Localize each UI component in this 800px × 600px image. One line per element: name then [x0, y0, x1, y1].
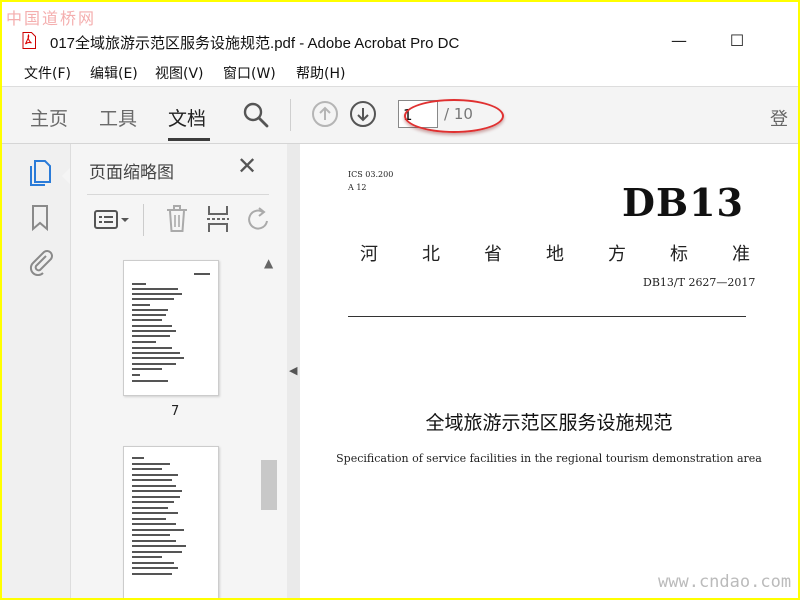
tab-document[interactable]: 文档	[168, 104, 206, 131]
panel-title: 页面缩略图	[89, 163, 174, 183]
panel-toolbar-separator	[143, 204, 144, 236]
panel-pointer	[62, 168, 70, 184]
heading-char: 方	[608, 244, 626, 265]
sign-in-label[interactable]: 登	[770, 105, 788, 131]
heading-char: 准	[732, 244, 750, 265]
watermark-top: 中国道桥网	[6, 9, 97, 28]
menu-view[interactable]: 视图(V)	[155, 63, 204, 83]
document-viewer[interactable]: ICS 03.200 A 12 DB13 河 北 省 地 方 标 准 DB13/…	[300, 144, 798, 598]
bookmark-icon[interactable]	[28, 204, 52, 232]
collapse-arrow-icon[interactable]: ◀	[289, 364, 297, 377]
minimize-button[interactable]: —	[664, 30, 694, 52]
thumbnail-page-label: 7	[171, 404, 180, 419]
panel-splitter[interactable]: ◀	[287, 144, 300, 598]
title-bar: 017全域旅游示范区服务设施规范.pdf - Adobe Acrobat Pro…	[2, 28, 798, 56]
standard-code: DB13	[622, 180, 744, 225]
scroll-up-icon[interactable]: ▲	[264, 256, 273, 270]
menu-file[interactable]: 文件(F)	[24, 63, 71, 83]
document-title-cn: 全域旅游示范区服务设施规范	[425, 412, 673, 434]
heading-char: 省	[484, 244, 502, 265]
ics-classification: ICS 03.200 A 12	[348, 168, 393, 194]
page-thumbnails-icon[interactable]	[28, 158, 54, 188]
scrollbar-thumb[interactable]	[261, 460, 277, 510]
standard-type-heading: 河 北 省 地 方 标 准	[360, 240, 750, 266]
active-tab-indicator	[168, 138, 210, 141]
class-code: A 12	[348, 183, 367, 192]
menu-edit[interactable]: 编辑(E)	[90, 63, 138, 83]
toolbar-separator	[290, 99, 291, 131]
close-icon[interactable]: ✕	[237, 154, 257, 178]
annotation-highlight-oval	[404, 99, 504, 133]
tab-tools[interactable]: 工具	[99, 104, 137, 131]
thumbnail-options-icon[interactable]	[93, 208, 131, 232]
next-page-icon[interactable]	[349, 100, 377, 128]
tab-home[interactable]: 主页	[30, 104, 68, 131]
thumbnail-page-7[interactable]	[123, 260, 219, 396]
heading-char: 北	[422, 244, 440, 265]
heading-char: 标	[670, 244, 688, 265]
thumbnail-panel: 页面缩略图 ✕ 7 ▲	[71, 144, 288, 598]
search-icon[interactable]	[242, 101, 270, 129]
thumbnail-list[interactable]: 7	[75, 250, 283, 598]
heading-char: 河	[360, 244, 378, 265]
previous-page-icon[interactable]	[311, 100, 339, 128]
main-toolbar: 主页 工具 文档 1 / 10 登	[2, 86, 798, 144]
app-frame: 中国道桥网 www.cndao.com 017全域旅游示范区服务设施规范.pdf…	[2, 2, 798, 598]
trash-icon[interactable]	[165, 204, 189, 234]
thumbnail-page-8[interactable]	[123, 446, 219, 598]
extract-pages-icon[interactable]	[205, 204, 231, 234]
menu-help[interactable]: 帮助(H)	[296, 63, 345, 83]
ics-code: ICS 03.200	[348, 170, 394, 179]
left-navigation-rail	[2, 144, 71, 598]
maximize-button[interactable]: ☐	[722, 30, 752, 52]
menu-bar: 文件(F) 编辑(E) 视图(V) 窗口(W) 帮助(H)	[2, 60, 798, 84]
thumbnail-scrollbar[interactable]: ▲	[261, 254, 277, 594]
panel-divider	[87, 194, 269, 195]
standard-number: DB13/T 2627—2017	[643, 276, 756, 289]
rotate-icon[interactable]	[247, 206, 269, 232]
document-title-en: Specification of service facilities in t…	[336, 452, 762, 465]
watermark-bottom: www.cndao.com	[658, 572, 792, 592]
menu-window[interactable]: 窗口(W)	[223, 63, 276, 83]
heading-char: 地	[546, 244, 564, 265]
document-rule	[348, 316, 746, 317]
attachment-icon[interactable]	[28, 248, 54, 276]
window-title: 017全域旅游示范区服务设施规范.pdf - Adobe Acrobat Pro…	[50, 35, 460, 52]
pdf-file-icon	[22, 32, 36, 49]
